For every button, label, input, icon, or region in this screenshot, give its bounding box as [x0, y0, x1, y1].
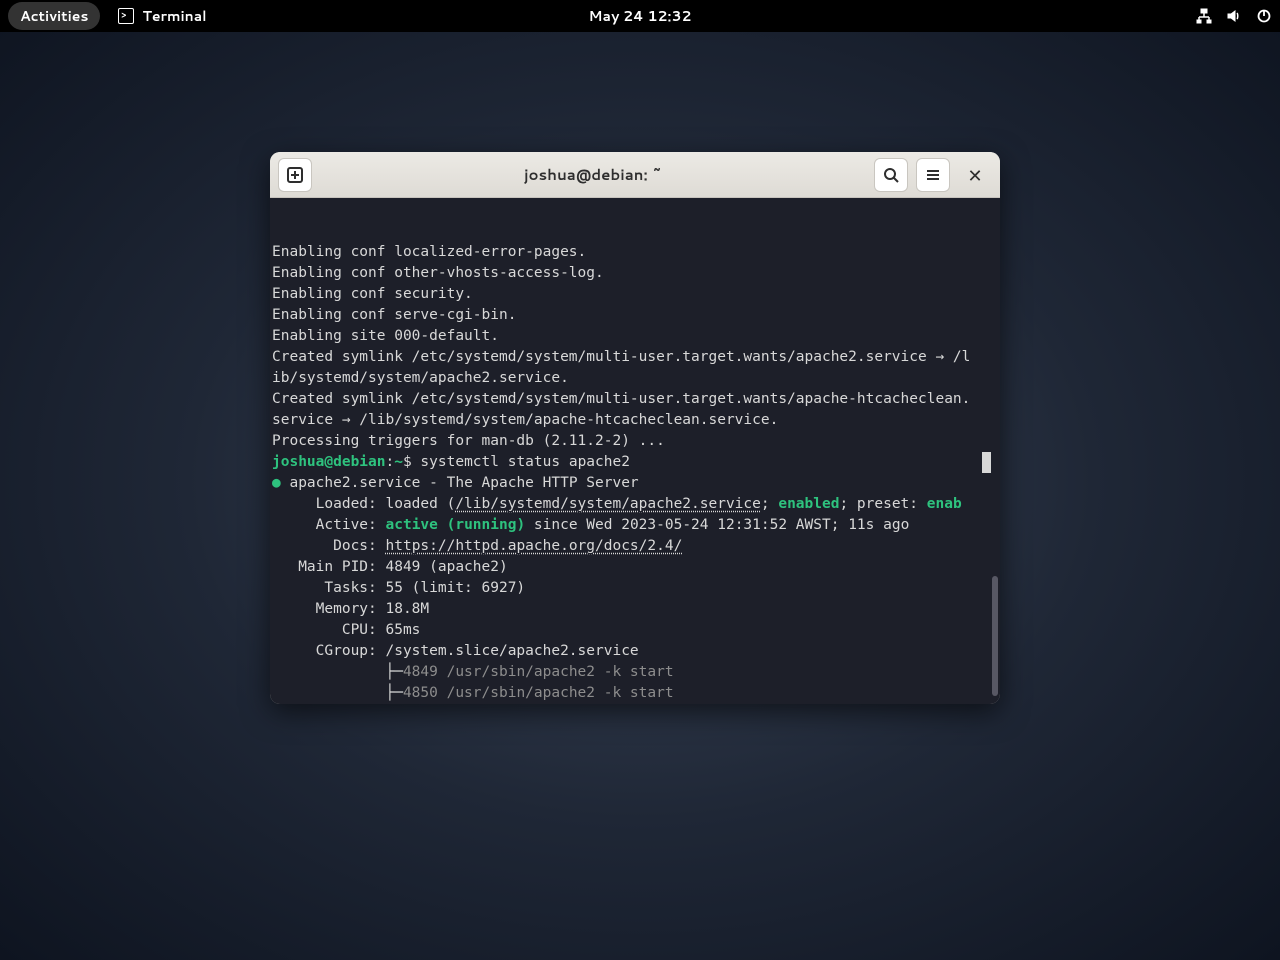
- titlebar[interactable]: joshua@debian: ~ ✕: [270, 152, 1000, 198]
- menu-button[interactable]: [916, 158, 950, 192]
- app-menu[interactable]: Terminal: [118, 6, 206, 26]
- terminal-window: joshua@debian: ~ ✕ Enabling conf localiz…: [270, 152, 1000, 704]
- power-icon[interactable]: [1256, 8, 1272, 24]
- new-tab-button[interactable]: [278, 158, 312, 192]
- volume-icon[interactable]: [1226, 8, 1242, 24]
- scrollbar[interactable]: [990, 198, 1000, 704]
- search-button[interactable]: [874, 158, 908, 192]
- activities-button[interactable]: Activities: [8, 2, 100, 30]
- network-icon[interactable]: [1196, 8, 1212, 24]
- clock[interactable]: May 24 12:32: [589, 6, 692, 26]
- scrollbar-thumb[interactable]: [992, 576, 998, 696]
- system-tray: [1196, 8, 1272, 24]
- top-bar: Activities Terminal May 24 12:32: [0, 0, 1280, 32]
- terminal-icon: [118, 8, 134, 24]
- terminal-viewport[interactable]: Enabling conf localized-error-pages. Ena…: [270, 198, 1000, 704]
- app-name-label: Terminal: [142, 6, 206, 26]
- window-title: joshua@debian: ~: [312, 164, 874, 185]
- close-button[interactable]: ✕: [958, 158, 992, 192]
